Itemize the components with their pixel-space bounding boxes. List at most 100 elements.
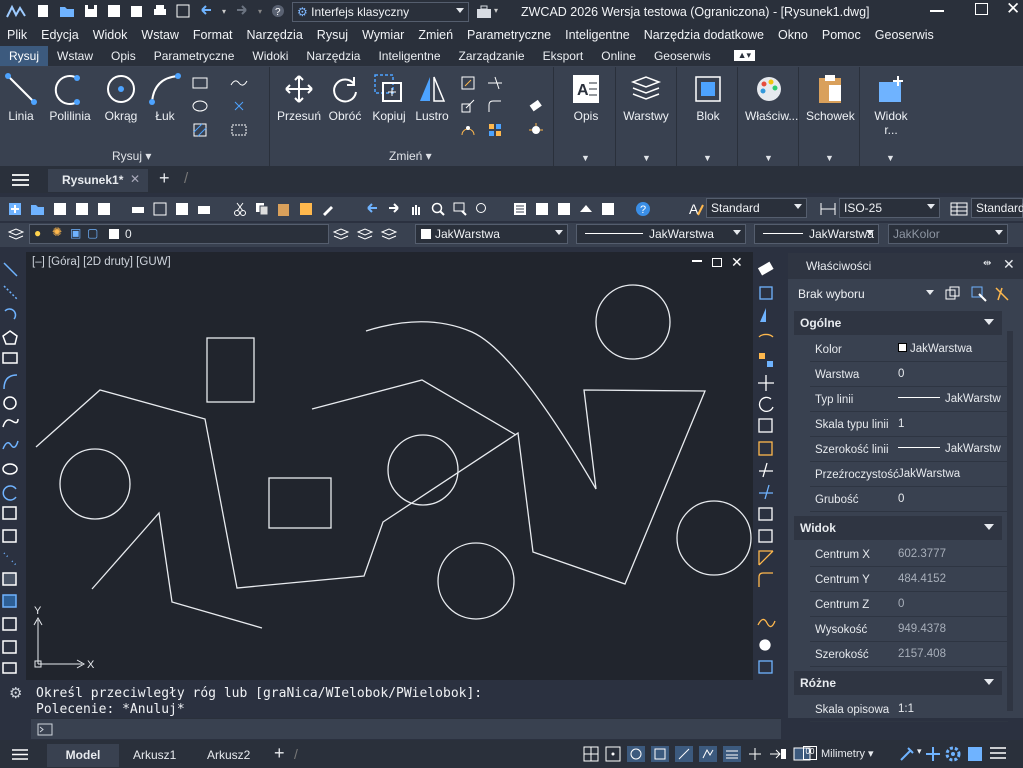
tools-icon[interactable]	[898, 745, 916, 763]
lineweight-select[interactable]: JakWarstwa	[754, 224, 879, 244]
paste-icon[interactable]	[277, 202, 291, 216]
plot-style-select[interactable]: JakKolor	[888, 224, 1008, 244]
tab-online[interactable]: Online	[592, 46, 645, 66]
lineweight-toggle-icon[interactable]	[722, 745, 742, 763]
zoom-previous-icon[interactable]	[475, 202, 489, 216]
zoom-realtime-icon[interactable]	[431, 202, 445, 216]
revcloud-tool-icon[interactable]	[2, 418, 19, 428]
stretch-tool-icon[interactable]	[758, 441, 773, 456]
sun-icon[interactable]: ✺	[52, 225, 62, 239]
arc-button[interactable]: Łuk	[141, 67, 189, 123]
ellipse-tool-icon[interactable]	[2, 463, 18, 475]
region-icon[interactable]	[230, 122, 248, 138]
tab-zarzadzanie[interactable]: Zarządzanie	[450, 46, 534, 66]
trim-tool-icon[interactable]	[759, 462, 773, 478]
spline-tool-icon[interactable]	[2, 440, 19, 450]
view-button[interactable]: Widok r...	[867, 67, 915, 137]
hamburger-menu-icon[interactable]	[12, 174, 29, 186]
section-general[interactable]: Ogólne	[794, 311, 1002, 335]
save-icon[interactable]	[84, 4, 98, 18]
quick-select-icon[interactable]	[994, 286, 1010, 302]
tab-rysuj[interactable]: Rysuj	[0, 45, 49, 66]
tab-geoserwis[interactable]: Geoserwis	[645, 46, 720, 66]
drawing-circle-1[interactable]	[59, 448, 131, 520]
osnap-icon[interactable]	[674, 745, 694, 763]
open-folder-icon[interactable]	[59, 4, 75, 18]
print-icon[interactable]	[153, 4, 167, 18]
select-objects-icon[interactable]	[971, 286, 987, 302]
save-toolbar-icon[interactable]	[53, 202, 67, 216]
drawing-circle-3[interactable]	[437, 542, 515, 620]
layer-select[interactable]: ● ✺ ▣ ▢ 0	[29, 224, 329, 244]
selection-cycling-icon[interactable]	[746, 745, 764, 763]
polyline-tool-icon[interactable]	[4, 308, 17, 320]
palette-close-icon[interactable]: ✕	[1003, 256, 1015, 273]
panel-label-rysuj[interactable]: Rysuj ▾	[112, 149, 151, 163]
explode-grid-icon[interactable]	[486, 122, 504, 138]
document-tab[interactable]: Rysunek1* ✕	[48, 169, 148, 192]
erase-tool-icon[interactable]	[757, 261, 774, 276]
text-style-select[interactable]: Standard	[706, 198, 807, 218]
ribbon-minimize-button[interactable]: ▲▾	[733, 50, 756, 61]
menu-plik[interactable]: Plik	[7, 28, 27, 42]
menu-wymiar[interactable]: Wymiar	[362, 28, 404, 42]
redo-dropdown-icon[interactable]: ▾	[258, 7, 262, 16]
save-all-toolbar-icon[interactable]	[97, 202, 111, 216]
prop-row-lineweight[interactable]: Szerokość linii JakWarstw	[810, 437, 1008, 462]
linetype-select[interactable]: JakWarstwa	[576, 224, 746, 244]
panel-expand-wlasciwosci[interactable]: ▼	[764, 153, 773, 163]
prop-row-linetype[interactable]: Typ linii JakWarstw	[810, 387, 1008, 412]
lock-icon[interactable]: ▣	[70, 226, 81, 240]
prop-row-width[interactable]: Szerokość 2157.408	[810, 642, 1008, 667]
preview-icon[interactable]	[153, 202, 167, 216]
ellipse-icon[interactable]	[191, 98, 209, 114]
pan-icon[interactable]	[409, 202, 423, 216]
dim-style-select[interactable]: ISO-25	[839, 198, 940, 218]
drawing-polyline-1[interactable]	[35, 389, 706, 589]
explode-icon[interactable]	[527, 122, 545, 138]
table-tool-icon[interactable]	[2, 640, 17, 654]
menu-inteligentne[interactable]: Inteligentne	[565, 28, 630, 42]
otrack-icon[interactable]	[698, 745, 718, 763]
menu-narzedzia-dodatkowe[interactable]: Narzędzia dodatkowe	[644, 28, 764, 42]
arc-tool-icon[interactable]	[3, 374, 18, 390]
annotate-button[interactable]: A Opis	[562, 67, 610, 123]
new-file-icon[interactable]	[36, 4, 50, 18]
markup-icon[interactable]	[579, 202, 593, 216]
layer-previous-icon[interactable]	[356, 227, 374, 243]
erase-icon[interactable]	[527, 98, 545, 114]
drawing-circle-4[interactable]	[595, 284, 671, 360]
prop-row-center-y[interactable]: Centrum Y 484.4152	[810, 567, 1008, 592]
redo-toolbar-icon[interactable]	[387, 202, 401, 216]
layer-manager-icon[interactable]	[7, 227, 25, 243]
panel-expand-blok[interactable]: ▼	[703, 153, 712, 163]
brush-icon[interactable]	[321, 202, 335, 216]
panel-expand-warstwy[interactable]: ▼	[642, 153, 651, 163]
settings-gear-icon[interactable]	[944, 745, 962, 763]
drawing-arc-1[interactable]	[365, 321, 597, 490]
mirror-button[interactable]: Lustro	[408, 67, 456, 123]
unlock-icon[interactable]: ▢	[87, 226, 98, 240]
mirror-tool-icon[interactable]	[760, 308, 766, 322]
copy-toolbar-icon[interactable]	[255, 202, 269, 216]
ellipse-arc-tool-icon[interactable]	[2, 485, 17, 501]
save-as-icon[interactable]	[107, 4, 121, 18]
tab-wstaw[interactable]: Wstaw	[48, 46, 102, 66]
menu-wstaw[interactable]: Wstaw	[141, 28, 179, 42]
join-tool-icon[interactable]	[758, 529, 773, 543]
menu-pomoc[interactable]: Pomoc	[822, 28, 861, 42]
color-select[interactable]: JakWarstwa	[415, 224, 568, 244]
drawing-polyline-2[interactable]	[311, 379, 517, 436]
drawing-canvas[interactable]: [–] [Góra] [2D druty] [GUW] ✕ Y X	[26, 252, 753, 680]
properties-button[interactable]: Właściw...	[745, 67, 798, 123]
prop-row-center-x[interactable]: Centrum X 602.3777	[810, 542, 1008, 567]
array-icon[interactable]	[459, 122, 477, 138]
light-bulb-icon[interactable]: ●	[34, 226, 41, 240]
workspace-select[interactable]: ⚙ Interfejs klasyczny	[292, 2, 469, 22]
tab-model[interactable]: Model	[47, 744, 119, 767]
menu-narzedzia[interactable]: Narzędzia	[247, 28, 303, 42]
tab-eksport[interactable]: Eksport	[534, 46, 593, 66]
prop-row-color[interactable]: Kolor JakWarstwa	[810, 337, 1008, 362]
edit-spline-tool-icon[interactable]	[757, 618, 776, 628]
polygon-tool-icon[interactable]	[2, 330, 18, 345]
